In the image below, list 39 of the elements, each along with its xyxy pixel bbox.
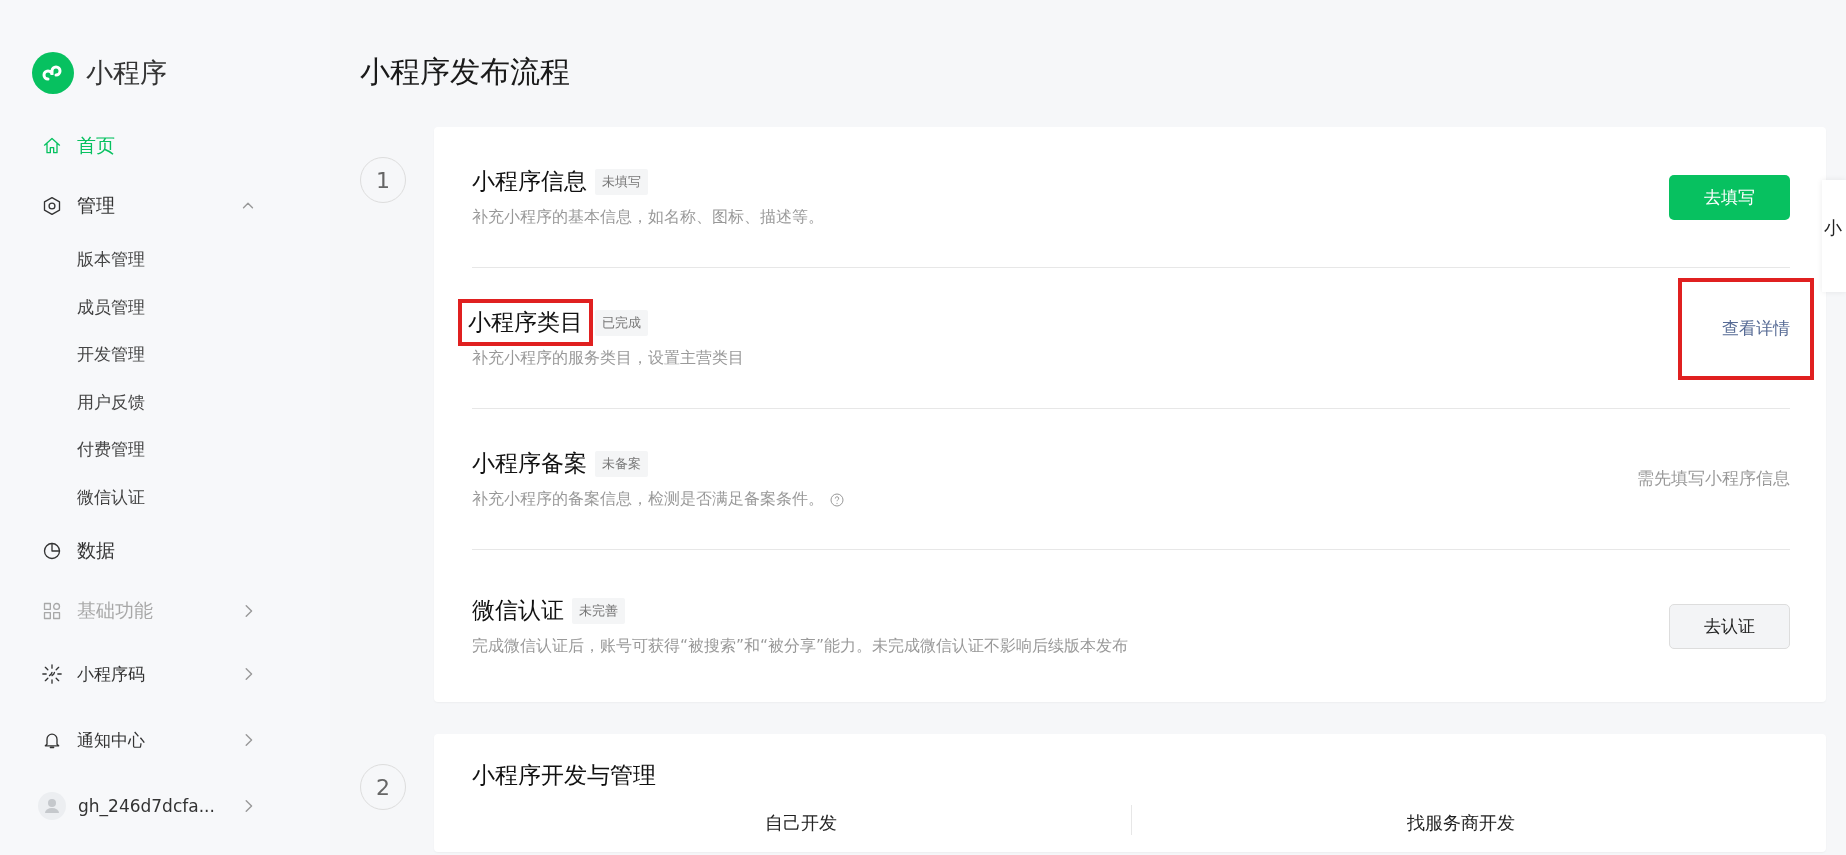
item-title: 微信认证 xyxy=(472,596,564,625)
sidebar-subitem[interactable]: 付费管理 xyxy=(77,426,277,474)
option-tab[interactable]: 找服务商开发 xyxy=(1131,805,1790,835)
status-tag: 已完成 xyxy=(595,309,648,336)
popup-text: 小 xyxy=(1824,216,1842,240)
item-title: 小程序备案 xyxy=(472,449,587,478)
grid-icon xyxy=(42,601,62,621)
sidebar-subitem[interactable]: 版本管理 xyxy=(77,236,277,284)
sidebar-subitem[interactable]: 开发管理 xyxy=(77,331,277,379)
sidebar-subitem[interactable]: 成员管理 xyxy=(77,283,277,331)
sidebar-subitem[interactable]: 微信认证 xyxy=(77,473,277,521)
avatar-icon xyxy=(38,792,66,820)
sidebar-item[interactable]: 管理 xyxy=(42,176,256,236)
card-title: 小程序开发与管理 xyxy=(472,761,657,790)
item-description: 补充小程序的基本信息，如名称、图标、描述等。 xyxy=(472,207,824,228)
item-description: 补充小程序的服务类目，设置主营类目 xyxy=(472,348,744,369)
item-description: 完成微信认证后，账号可获得“被搜索”和“被分享”能力。未完成微信认证不影响后续版本发布 xyxy=(472,636,1129,657)
status-tag: 未完善 xyxy=(572,597,625,624)
hexagon-icon xyxy=(42,196,62,216)
pie-chart-icon xyxy=(42,541,62,561)
home-icon xyxy=(42,136,62,156)
view-details-link[interactable]: 查看详情 xyxy=(1722,318,1790,340)
sidebar-item[interactable]: 通知中心 xyxy=(42,707,256,773)
hint-text: 需先填写小程序信息 xyxy=(1637,468,1790,490)
status-tag: 未备案 xyxy=(595,450,648,477)
item-title: 小程序类目 xyxy=(468,309,583,335)
item-title: 小程序信息 xyxy=(472,167,587,196)
status-tag: 未填写 xyxy=(595,168,648,195)
sidebar-item[interactable]: 数据 xyxy=(42,521,256,581)
item-description: 补充小程序的备案信息，检测是否满足备案条件。 xyxy=(472,489,824,510)
logo-icon xyxy=(32,52,74,94)
option-tab[interactable]: 自己开发 xyxy=(472,805,1132,835)
verify-button[interactable]: 去认证 xyxy=(1669,603,1790,649)
page-title: 小程序发布流程 xyxy=(360,53,571,91)
sidebar-subitem[interactable]: 用户反馈 xyxy=(77,378,277,426)
sunburst-icon xyxy=(42,664,62,684)
sidebar-item[interactable]: gh_246d7dcfa... xyxy=(42,773,256,839)
sidebar-item[interactable]: 小程序码 xyxy=(42,641,256,707)
app-name: 小程序 xyxy=(86,56,167,90)
